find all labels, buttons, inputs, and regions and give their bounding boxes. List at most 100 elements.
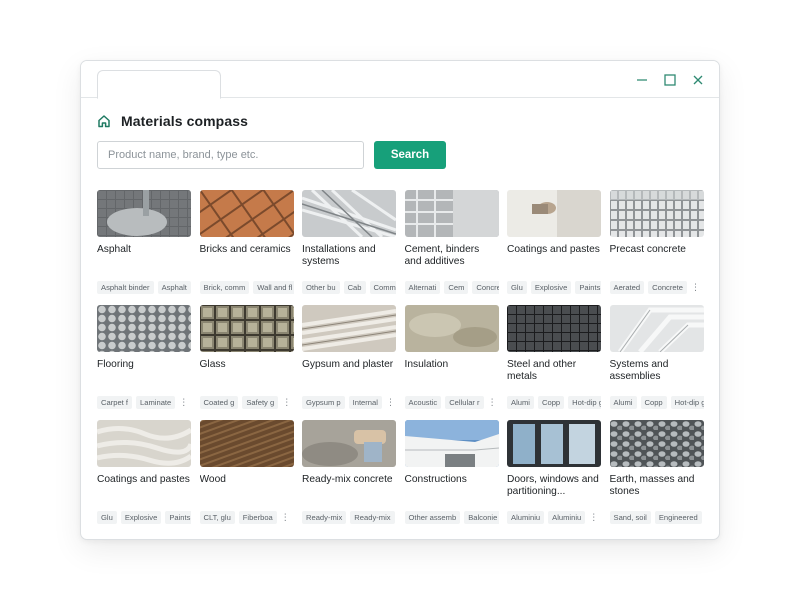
tag-chip[interactable]: Paints, [165,510,191,524]
browser-tab[interactable] [97,70,221,99]
category-card[interactable]: Wood CLT, glu Fiberboa ⋮ [199,420,294,524]
category-thumbnail[interactable] [609,420,704,467]
tag-chip[interactable]: Concrete [648,280,687,294]
category-thumbnail[interactable] [609,305,704,352]
tag-chip[interactable]: Alumi [507,395,534,409]
tag-chip[interactable]: Internal [348,395,382,409]
tag-chip[interactable]: Ready-mix [350,510,395,524]
category-card[interactable]: Glass Coated g Safety g ⋮ [199,305,294,409]
tag-chip[interactable]: Cab [343,280,366,294]
category-thumbnail[interactable] [404,190,499,237]
category-card[interactable]: Cement, binders and additives Alternati Ce… [404,190,499,294]
tag-chip[interactable]: Other bu [302,280,340,294]
category-thumbnail[interactable] [302,190,396,237]
category-name[interactable]: Systems and assemblies [610,359,704,387]
tag-chip[interactable]: Commu [369,280,396,294]
tag-chip[interactable]: Copp [640,395,667,409]
tag-chip[interactable]: Wall and fl [253,280,294,294]
category-card[interactable]: Precast concrete Aerated Concrete ⋮ [609,190,704,294]
tag-chip[interactable]: Hot-dip g [670,395,704,409]
category-card[interactable]: Constructions Other assembBalconie⋮ [404,420,499,524]
category-name[interactable]: Gypsum and plaster [302,359,396,387]
category-name[interactable]: Glass [200,359,294,387]
tag-chip[interactable]: Alumi [609,395,637,409]
category-name[interactable]: Bricks and ceramics [200,244,294,272]
tag-chip[interactable]: Cellular r [445,395,484,409]
more-options-icon[interactable]: ⋮ [488,397,497,408]
tag-chip[interactable]: Ready-mix [302,510,347,524]
tag-chip[interactable]: Engineered [654,510,702,524]
tag-chip[interactable]: Acoustic [404,395,442,409]
tag-chip[interactable]: Carpet f [97,395,133,409]
tag-chip[interactable]: Paints, [575,280,601,294]
tag-chip[interactable]: Laminate [136,395,176,409]
tag-chip[interactable]: Hot-dip g [568,395,601,409]
tag-chip[interactable]: CLT, glu [199,510,235,524]
category-thumbnail[interactable] [507,190,601,237]
tag-chip[interactable]: Asphalt binder [97,280,154,294]
category-thumbnail[interactable] [404,420,499,467]
category-thumbnail[interactable] [199,420,294,467]
category-card[interactable]: Installations and systems Other bu Cab Comm… [302,190,396,294]
minimize-icon[interactable] [633,71,651,89]
category-card[interactable]: Gypsum and plaster Gypsum p Internal ⋮ [302,305,396,409]
category-card[interactable]: Coatings and pastes Glu Explosive Paints, [97,420,191,524]
category-thumbnail[interactable] [97,305,191,352]
tag-chip[interactable]: Copp [538,395,565,409]
category-name[interactable]: Asphalt [97,244,191,272]
tag-chip[interactable]: Cem [444,280,469,294]
category-thumbnail[interactable] [199,305,294,352]
maximize-icon[interactable] [661,71,679,89]
more-options-icon[interactable]: ⋮ [179,397,188,408]
more-options-icon[interactable]: ⋮ [589,512,598,523]
category-name[interactable]: Wood [200,474,294,502]
more-options-icon[interactable]: ⋮ [691,282,700,293]
category-name[interactable]: Coatings and pastes [97,474,191,502]
more-options-icon[interactable]: ⋮ [282,397,291,408]
tag-chip[interactable]: Balconie [464,510,499,524]
category-card[interactable]: Steel and other metals Alumi Copp Hot-dip g [507,305,601,409]
category-name[interactable]: Installations and systems [302,244,396,272]
category-name[interactable]: Constructions [405,474,499,502]
search-input[interactable] [97,141,364,169]
tag-chip[interactable]: Glu [507,280,527,294]
category-name[interactable]: Flooring [97,359,191,387]
category-card[interactable]: Bricks and ceramics Brick, comm Wall and f… [199,190,294,294]
category-card[interactable]: Coatings and pastes Glu Explosive Paints, [507,190,601,294]
tag-chip[interactable]: Explosive [120,510,162,524]
close-icon[interactable] [689,71,707,89]
category-card[interactable]: Systems and assemblies Alumi Copp Hot-dip g [609,305,704,409]
category-card[interactable]: Ready-mix concrete Ready-mixReady-mix⋮ [302,420,396,524]
tag-chip[interactable]: Glu [97,510,117,524]
category-thumbnail[interactable] [609,190,704,237]
category-name[interactable]: Cement, binders and additives [405,244,499,272]
tag-chip[interactable]: Safety g [242,395,279,409]
search-button[interactable]: Search [374,141,446,169]
category-thumbnail[interactable] [507,420,601,467]
category-name[interactable]: Earth, masses and stones [610,474,704,502]
tag-chip[interactable]: Gypsum p [302,395,345,409]
tag-chip[interactable]: Coated g [199,395,239,409]
category-thumbnail[interactable] [507,305,601,352]
tag-chip[interactable]: Asphalt [157,280,191,294]
category-thumbnail[interactable] [97,420,191,467]
tag-chip[interactable]: Aerated [609,280,645,294]
category-thumbnail[interactable] [302,305,396,352]
tag-chip[interactable]: Concre [472,280,499,294]
category-thumbnail[interactable] [302,420,396,467]
category-name[interactable]: Precast concrete [610,244,704,272]
category-thumbnail[interactable] [404,305,499,352]
category-name[interactable]: Ready-mix concrete [302,474,396,502]
tag-chip[interactable]: Explosive [530,280,572,294]
category-name[interactable]: Coatings and pastes [507,244,601,272]
tag-chip[interactable]: Sand, soil [609,510,651,524]
tag-chip[interactable]: Aluminiu [548,510,586,524]
category-card[interactable]: Insulation Acoustic Cellular r ⋮ [404,305,499,409]
home-icon[interactable] [97,114,111,128]
tag-chip[interactable]: Aluminiu [507,510,545,524]
more-options-icon[interactable]: ⋮ [281,512,290,523]
more-options-icon[interactable]: ⋮ [386,397,395,408]
category-card[interactable]: Earth, masses and stones Sand, soil Engine… [609,420,704,524]
tag-chip[interactable]: Brick, comm [199,280,250,294]
category-name[interactable]: Doors, windows and partitioning... [507,474,601,502]
